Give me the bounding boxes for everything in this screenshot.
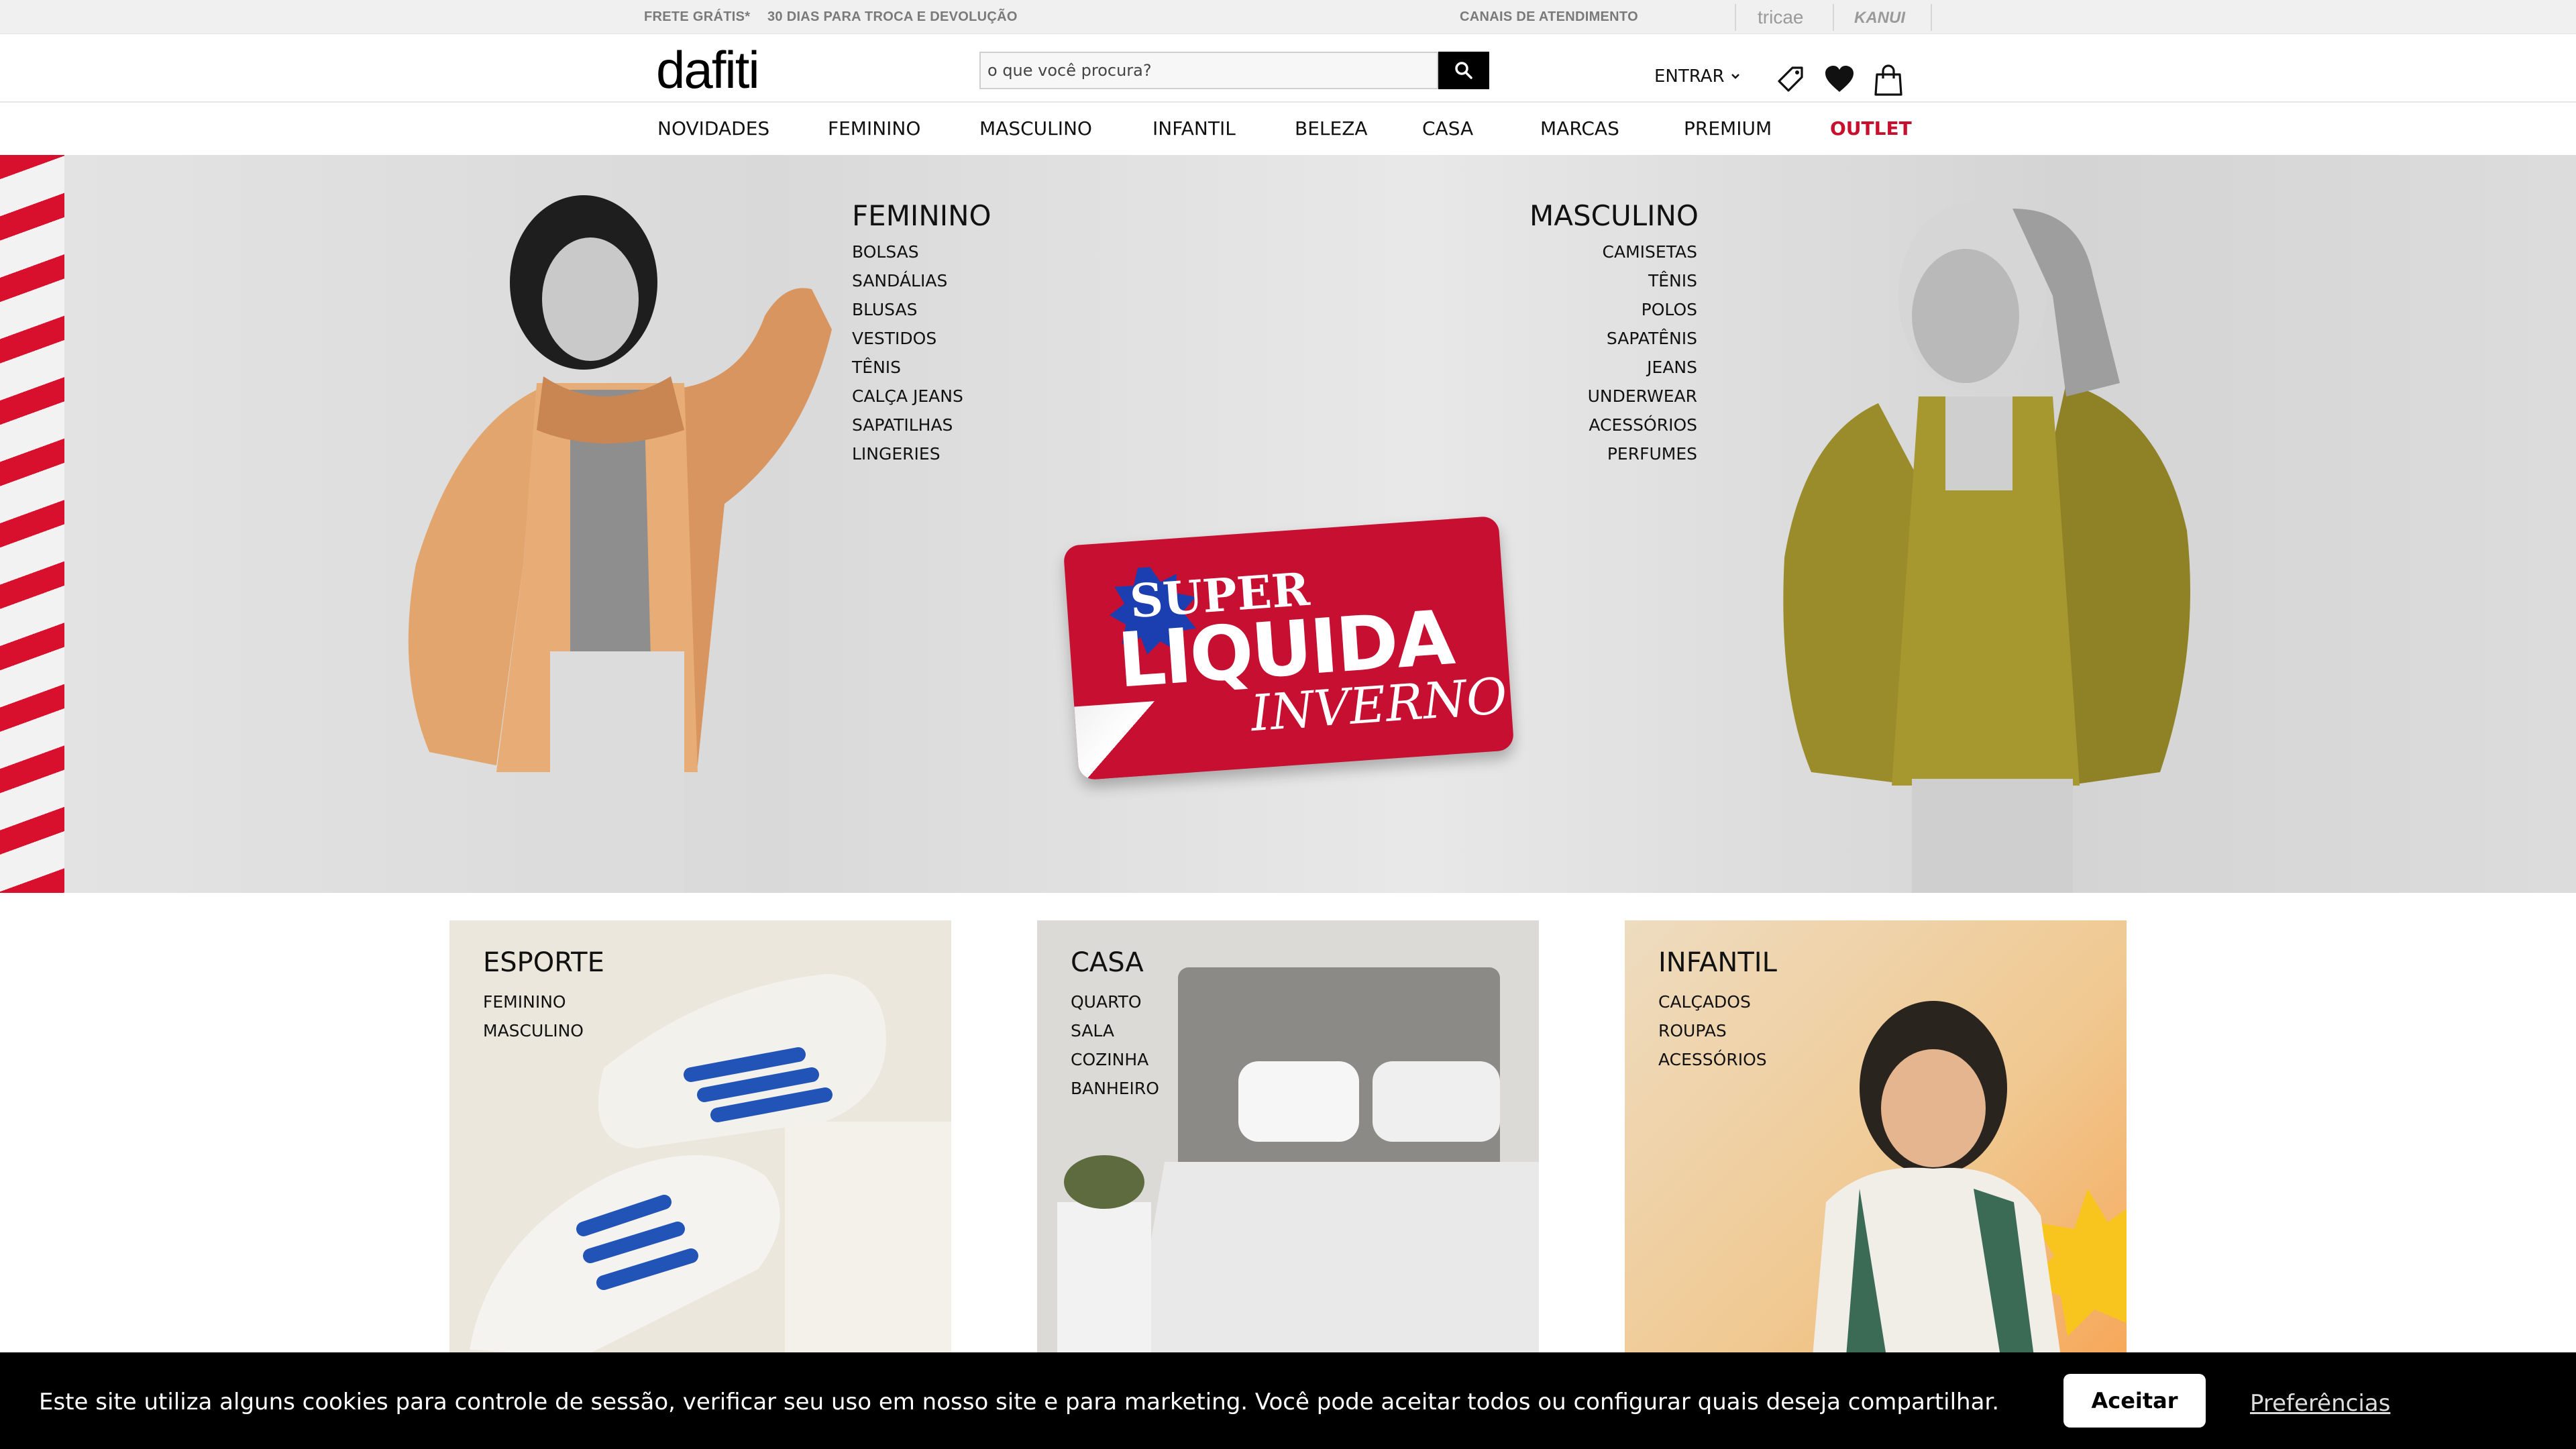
feminino-link-tenis[interactable]: TÊNIS [852, 353, 991, 382]
top-utility-bar: FRETE GRÁTIS* 30 DIAS PARA TROCA E DEVOL… [0, 0, 2576, 34]
decorative-stripes [0, 155, 64, 893]
cookie-preferences-link[interactable]: Preferências [2250, 1390, 2390, 1417]
nav-feminino[interactable]: FEMININO [828, 117, 920, 140]
accept-cookies-button[interactable]: Aceitar [2063, 1374, 2206, 1428]
returns-link[interactable]: 30 DIAS PARA TROCA E DEVOLUÇÃO [767, 9, 1018, 25]
free-shipping-link[interactable]: FRETE GRÁTIS* [644, 9, 750, 25]
masculino-link-acessorios[interactable]: ACESSÓRIOS [1529, 411, 1697, 439]
nav-casa[interactable]: CASA [1422, 117, 1473, 140]
search-icon [1455, 62, 1472, 79]
esporte-link-feminino[interactable]: FEMININO [483, 987, 584, 1016]
nav-infantil[interactable]: INFANTIL [1152, 117, 1236, 140]
masculino-links: MASCULINO CAMISETAS TÊNIS POLOS SAPATÊNI… [1529, 199, 1699, 468]
bedroom-image [1037, 920, 1539, 1356]
masculino-link-jeans[interactable]: JEANS [1529, 353, 1697, 382]
casa-link-sala[interactable]: SALA [1071, 1016, 1159, 1045]
infantil-links: CALÇADOS ROUPAS ACESSÓRIOS [1658, 987, 1767, 1074]
feminino-links: FEMININO BOLSAS SANDÁLIAS BLUSAS VESTIDO… [852, 199, 991, 468]
support-link[interactable]: CANAIS DE ATENDIMENTO [1460, 9, 1638, 25]
nav-marcas[interactable]: MARCAS [1540, 117, 1619, 140]
dafiti-logo[interactable]: dafiti [656, 41, 760, 99]
infantil-link-roupas[interactable]: ROUPAS [1658, 1016, 1767, 1045]
search-input[interactable] [981, 53, 1437, 88]
site-header: dafiti ENTRAR [0, 34, 2576, 103]
hero-banner[interactable]: FEMININO BOLSAS SANDÁLIAS BLUSAS VESTIDO… [0, 155, 2576, 893]
nav-masculino[interactable]: MASCULINO [979, 117, 1092, 140]
kid-image [1813, 1001, 2127, 1356]
masculino-title[interactable]: MASCULINO [1529, 199, 1699, 232]
esporte-link-masculino[interactable]: MASCULINO [483, 1016, 584, 1045]
infantil-link-acessorios[interactable]: ACESSÓRIOS [1658, 1045, 1767, 1074]
casa-title: CASA [1071, 947, 1144, 978]
super-liquida-sticker[interactable]: SUPER LIQUIDA INVERNO [1063, 515, 1515, 781]
chevron-down-icon [1731, 74, 1739, 79]
esporte-title: ESPORTE [483, 947, 604, 978]
category-card-casa[interactable]: CASA QUARTO SALA COZINHA BANHEIRO [1037, 920, 1539, 1356]
kanui-brand-link[interactable]: KANUI [1854, 9, 1905, 28]
feminino-link-calca-jeans[interactable]: CALÇA JEANS [852, 382, 991, 411]
feminino-link-blusas[interactable]: BLUSAS [852, 295, 991, 324]
login-label: ENTRAR [1654, 66, 1725, 87]
feminino-link-vestidos[interactable]: VESTIDOS [852, 324, 991, 353]
esporte-links: FEMININO MASCULINO [483, 987, 584, 1045]
casa-link-cozinha[interactable]: COZINHA [1071, 1045, 1159, 1074]
sticker-peel-corner [1074, 700, 1167, 781]
cookie-consent-bar: Este site utiliza alguns cookies para co… [0, 1352, 2576, 1449]
main-navigation: NOVIDADES FEMININO MASCULINO INFANTIL BE… [0, 104, 2576, 155]
tricae-brand-link[interactable]: tricae [1758, 7, 1803, 28]
category-card-infantil[interactable]: INFANTIL CALÇADOS ROUPAS ACESSÓRIOS [1625, 920, 2127, 1356]
search-button[interactable] [1438, 52, 1489, 89]
divider [1833, 4, 1834, 31]
masculino-link-polos[interactable]: POLOS [1529, 295, 1697, 324]
masculino-link-underwear[interactable]: UNDERWEAR [1529, 382, 1697, 411]
cookie-message: Este site utiliza alguns cookies para co… [39, 1389, 2000, 1415]
nav-premium[interactable]: PREMIUM [1684, 117, 1772, 140]
feminino-link-lingeries[interactable]: LINGERIES [852, 439, 991, 468]
masculino-link-tenis[interactable]: TÊNIS [1529, 266, 1697, 295]
bag-icon[interactable] [1873, 64, 1904, 99]
infantil-title: INFANTIL [1658, 947, 1777, 978]
feminino-link-sapatilhas[interactable]: SAPATILHAS [852, 411, 991, 439]
sneakers-image [449, 920, 951, 1356]
nav-outlet[interactable]: OUTLET [1830, 117, 1912, 140]
masculino-link-perfumes[interactable]: PERFUMES [1529, 439, 1697, 468]
nav-beleza[interactable]: BELEZA [1295, 117, 1368, 140]
masculino-link-sapatenis[interactable]: SAPATÊNIS [1529, 324, 1697, 353]
feminino-link-bolsas[interactable]: BOLSAS [852, 237, 991, 266]
divider [1931, 4, 1932, 31]
divider [1735, 4, 1736, 31]
nav-novidades[interactable]: NOVIDADES [657, 117, 769, 140]
category-card-esporte[interactable]: ESPORTE FEMININO MASCULINO [449, 920, 951, 1356]
casa-link-quarto[interactable]: QUARTO [1071, 987, 1159, 1016]
casa-link-banheiro[interactable]: BANHEIRO [1071, 1074, 1159, 1103]
login-menu[interactable]: ENTRAR [1654, 66, 1741, 87]
infantil-link-calcados[interactable]: CALÇADOS [1658, 987, 1767, 1016]
man-model-image [1783, 202, 2190, 893]
casa-links: QUARTO SALA COZINHA BANHEIRO [1071, 987, 1159, 1103]
tag-icon[interactable] [1775, 64, 1806, 97]
masculino-link-camisetas[interactable]: CAMISETAS [1529, 237, 1697, 266]
heart-icon[interactable] [1823, 64, 1856, 97]
search-bar [979, 52, 1438, 89]
feminino-link-sandalias[interactable]: SANDÁLIAS [852, 266, 991, 295]
feminino-title[interactable]: FEMININO [852, 199, 991, 232]
